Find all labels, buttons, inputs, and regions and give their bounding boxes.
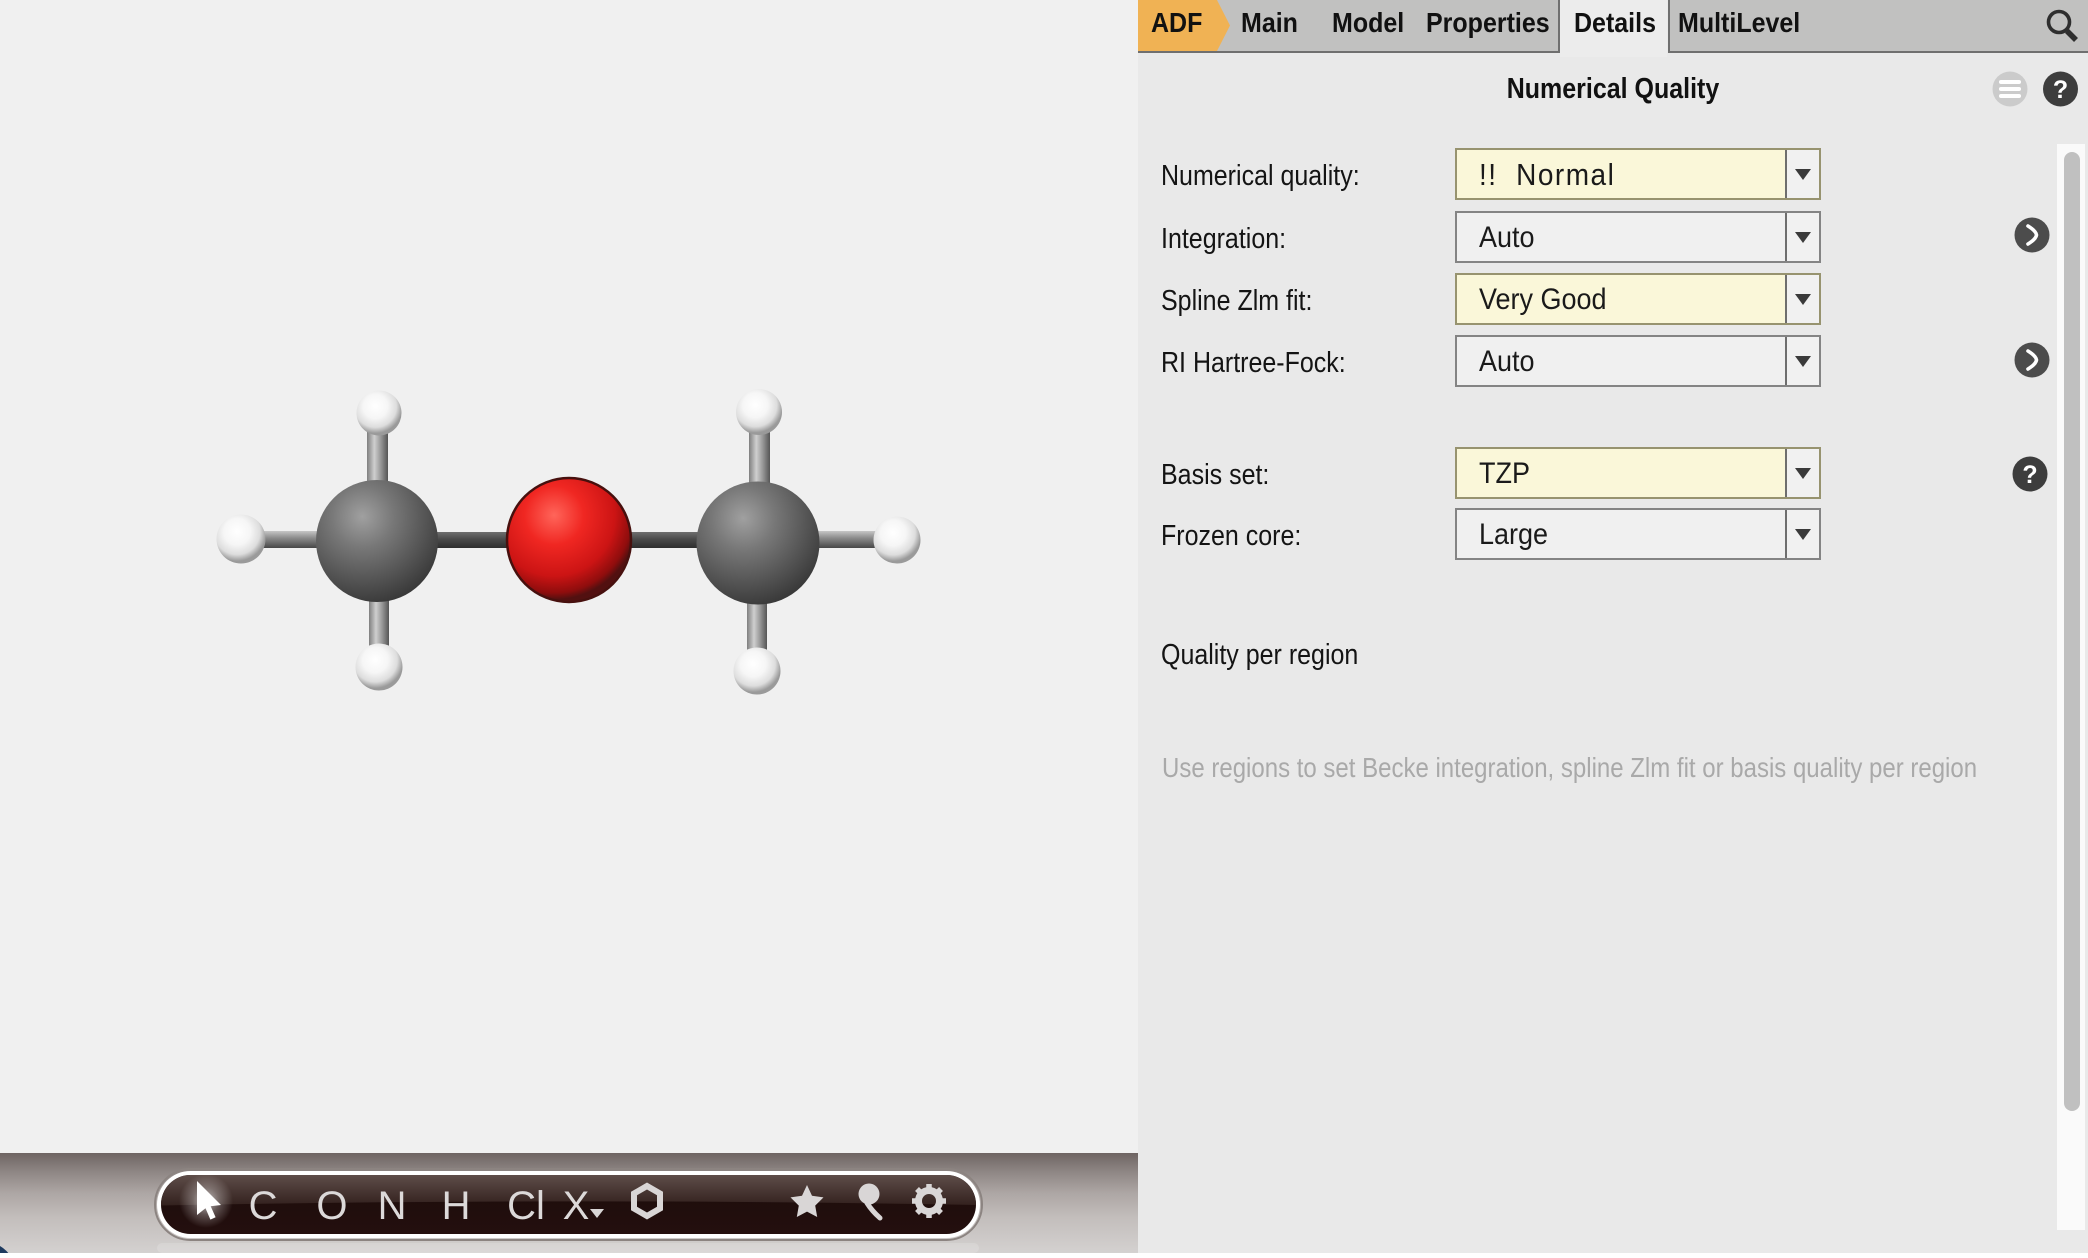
svg-text:?: ?	[2053, 76, 2068, 104]
svg-text:?: ?	[2022, 461, 2037, 489]
